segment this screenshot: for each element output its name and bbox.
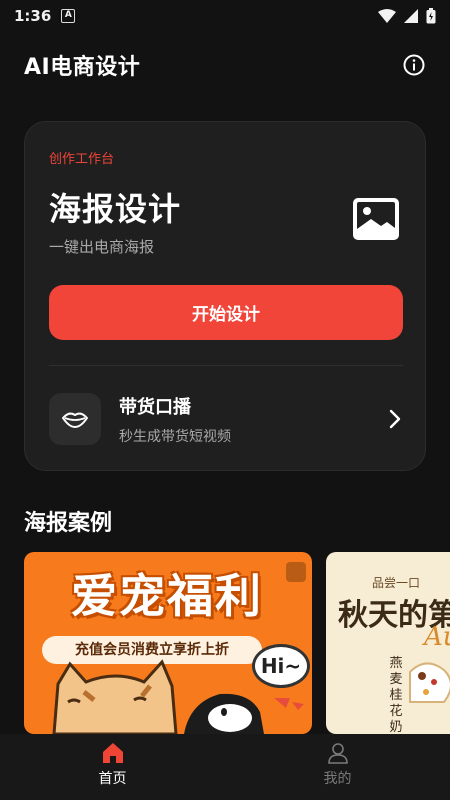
status-bar: 1:36 A	[0, 0, 450, 32]
wifi-icon	[378, 9, 396, 23]
live-text: 带货口播 秒生成带货短视频	[119, 393, 231, 446]
nav-me[interactable]: 我的	[225, 734, 450, 800]
signal-icon	[404, 9, 418, 23]
lips-icon	[62, 412, 88, 428]
home-icon	[102, 743, 123, 763]
nav-me-label: 我的	[323, 771, 352, 787]
tea-illustration	[409, 662, 450, 703]
live-title: 带货口播	[119, 396, 191, 418]
notification-icon: A	[61, 9, 76, 23]
nav-home-label: 首页	[98, 771, 127, 787]
case-card-pet[interactable]: 爱宠福利 充值会员消费立享折上折 Hi~	[24, 552, 312, 734]
live-subtitle: 秒生成带货短视频	[119, 428, 231, 445]
battery-icon	[426, 8, 436, 24]
status-time: 1:36	[14, 7, 52, 25]
info-icon	[403, 54, 425, 76]
lips-tile	[49, 393, 101, 445]
studio-subtitle: 一键出电商海报	[49, 238, 155, 256]
info-button[interactable]	[402, 53, 426, 77]
live-stream-entry[interactable]: 带货口播 秒生成带货短视频	[49, 392, 403, 446]
app-title: AI电商设计	[24, 55, 141, 80]
app-header: AI电商设计	[0, 40, 450, 90]
case-card-tea[interactable]: 品尝一口 秋天的第 Au 燕麦桂花奶茶	[326, 552, 450, 734]
divider	[49, 365, 403, 366]
studio-card: 创作工作台 海报设计 一键出电商海报 开始设计 带货口播 秒生成带货短视频	[24, 121, 426, 471]
bottom-nav: 首页 我的	[0, 734, 450, 800]
user-icon	[327, 743, 348, 764]
cat-illustration	[52, 659, 304, 734]
studio-kicker: 创作工作台	[49, 152, 115, 167]
status-icons	[378, 8, 436, 24]
picture-icon	[353, 198, 399, 240]
cases-title: 海报案例	[24, 511, 113, 536]
chevron-right-icon	[389, 409, 401, 429]
start-design-button[interactable]: 开始设计	[49, 285, 403, 340]
studio-title: 海报设计	[49, 190, 182, 228]
nav-home[interactable]: 首页	[0, 734, 225, 800]
